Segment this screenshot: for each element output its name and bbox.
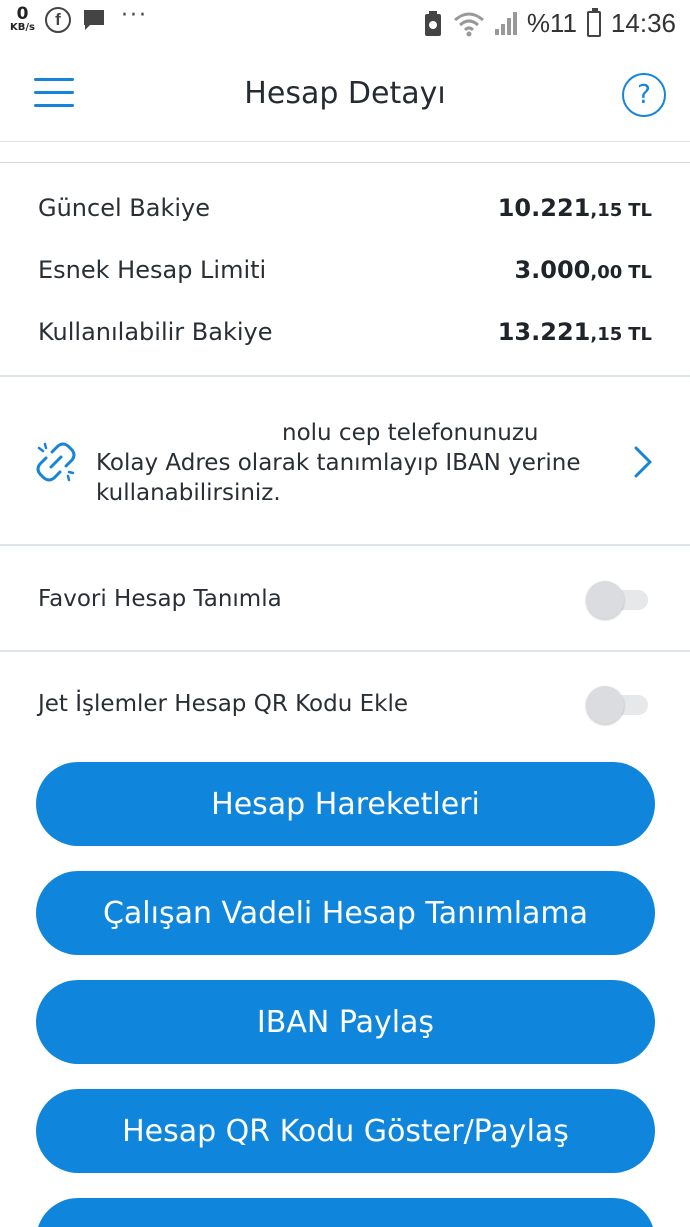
employee-term-account-button[interactable]: Çalışan Vadeli Hesap Tanımlama [36,871,655,955]
balance-value: 13.221,15 TL [497,318,652,346]
broken-link-icon [36,442,76,482]
network-speed-unit: KB/s [10,22,35,33]
info-line-2: Kolay Adres olarak tanımlayıp IBAN yerin… [96,450,581,476]
balance-value: 10.221,15 TL [497,194,652,222]
toggle-label: Favori Hesap Tanımla [38,586,282,612]
next-action-button[interactable] [36,1198,655,1227]
info-line-1: nolu cep telefonunuzu [282,420,539,446]
jet-qr-row: Jet İşlemler Hesap QR Kodu Ekle [38,679,652,729]
easy-address-info[interactable]: nolu cep telefonunuzu Kolay Adres olarak… [0,378,690,545]
help-icon[interactable]: ? [622,73,666,117]
status-left: 0 KB/s f ··· [10,3,148,33]
divider [0,650,690,652]
balance-row-current: Güncel Bakiye 10.221,15 TL [38,186,652,230]
network-speed: 0 KB/s [10,6,35,33]
share-iban-button[interactable]: IBAN Paylaş [36,980,655,1064]
battery-percentage: %11 [526,8,577,38]
page-title: Hesap Detayı [244,76,446,111]
battery-icon [586,7,601,37]
info-line-3: kullanabilirsiniz. [96,480,281,506]
status-right: %11 14:36 [423,7,676,39]
network-speed-value: 0 [16,4,29,24]
divider [0,544,690,546]
favorite-account-toggle[interactable] [586,579,652,619]
balance-label: Güncel Bakiye [38,194,210,222]
balance-label: Kullanılabilir Bakiye [38,318,273,346]
jet-qr-toggle[interactable] [586,684,652,724]
chevron-right-icon [634,446,652,478]
signal-icon [494,11,517,35]
divider [0,375,690,377]
facebook-icon: f [44,6,71,33]
section-spacer [0,143,690,163]
clock: 14:36 [610,8,676,38]
more-notifications-icon: ··· [120,3,148,28]
favorite-account-row: Favori Hesap Tanımla [38,574,652,624]
toggle-label: Jet İşlemler Hesap QR Kodu Ekle [38,691,408,717]
account-transactions-button[interactable]: Hesap Hareketleri [36,762,655,846]
app-header: Hesap Detayı ? [0,48,690,142]
show-share-qr-button[interactable]: Hesap QR Kodu Göster/Paylaş [36,1089,655,1173]
balance-label: Esnek Hesap Limiti [38,256,267,284]
status-bar: 0 KB/s f ··· %11 14:36 [0,0,690,48]
wifi-icon [453,12,484,36]
easy-address-text: nolu cep telefonunuzu Kolay Adres olarak… [96,418,616,508]
recycle-battery-icon [424,10,441,36]
balance-row-flexible-limit: Esnek Hesap Limiti 3.000,00 TL [38,248,652,292]
chat-icon [83,9,104,30]
balance-value: 3.000,00 TL [514,256,652,284]
balance-row-available: Kullanılabilir Bakiye 13.221,15 TL [38,310,652,354]
